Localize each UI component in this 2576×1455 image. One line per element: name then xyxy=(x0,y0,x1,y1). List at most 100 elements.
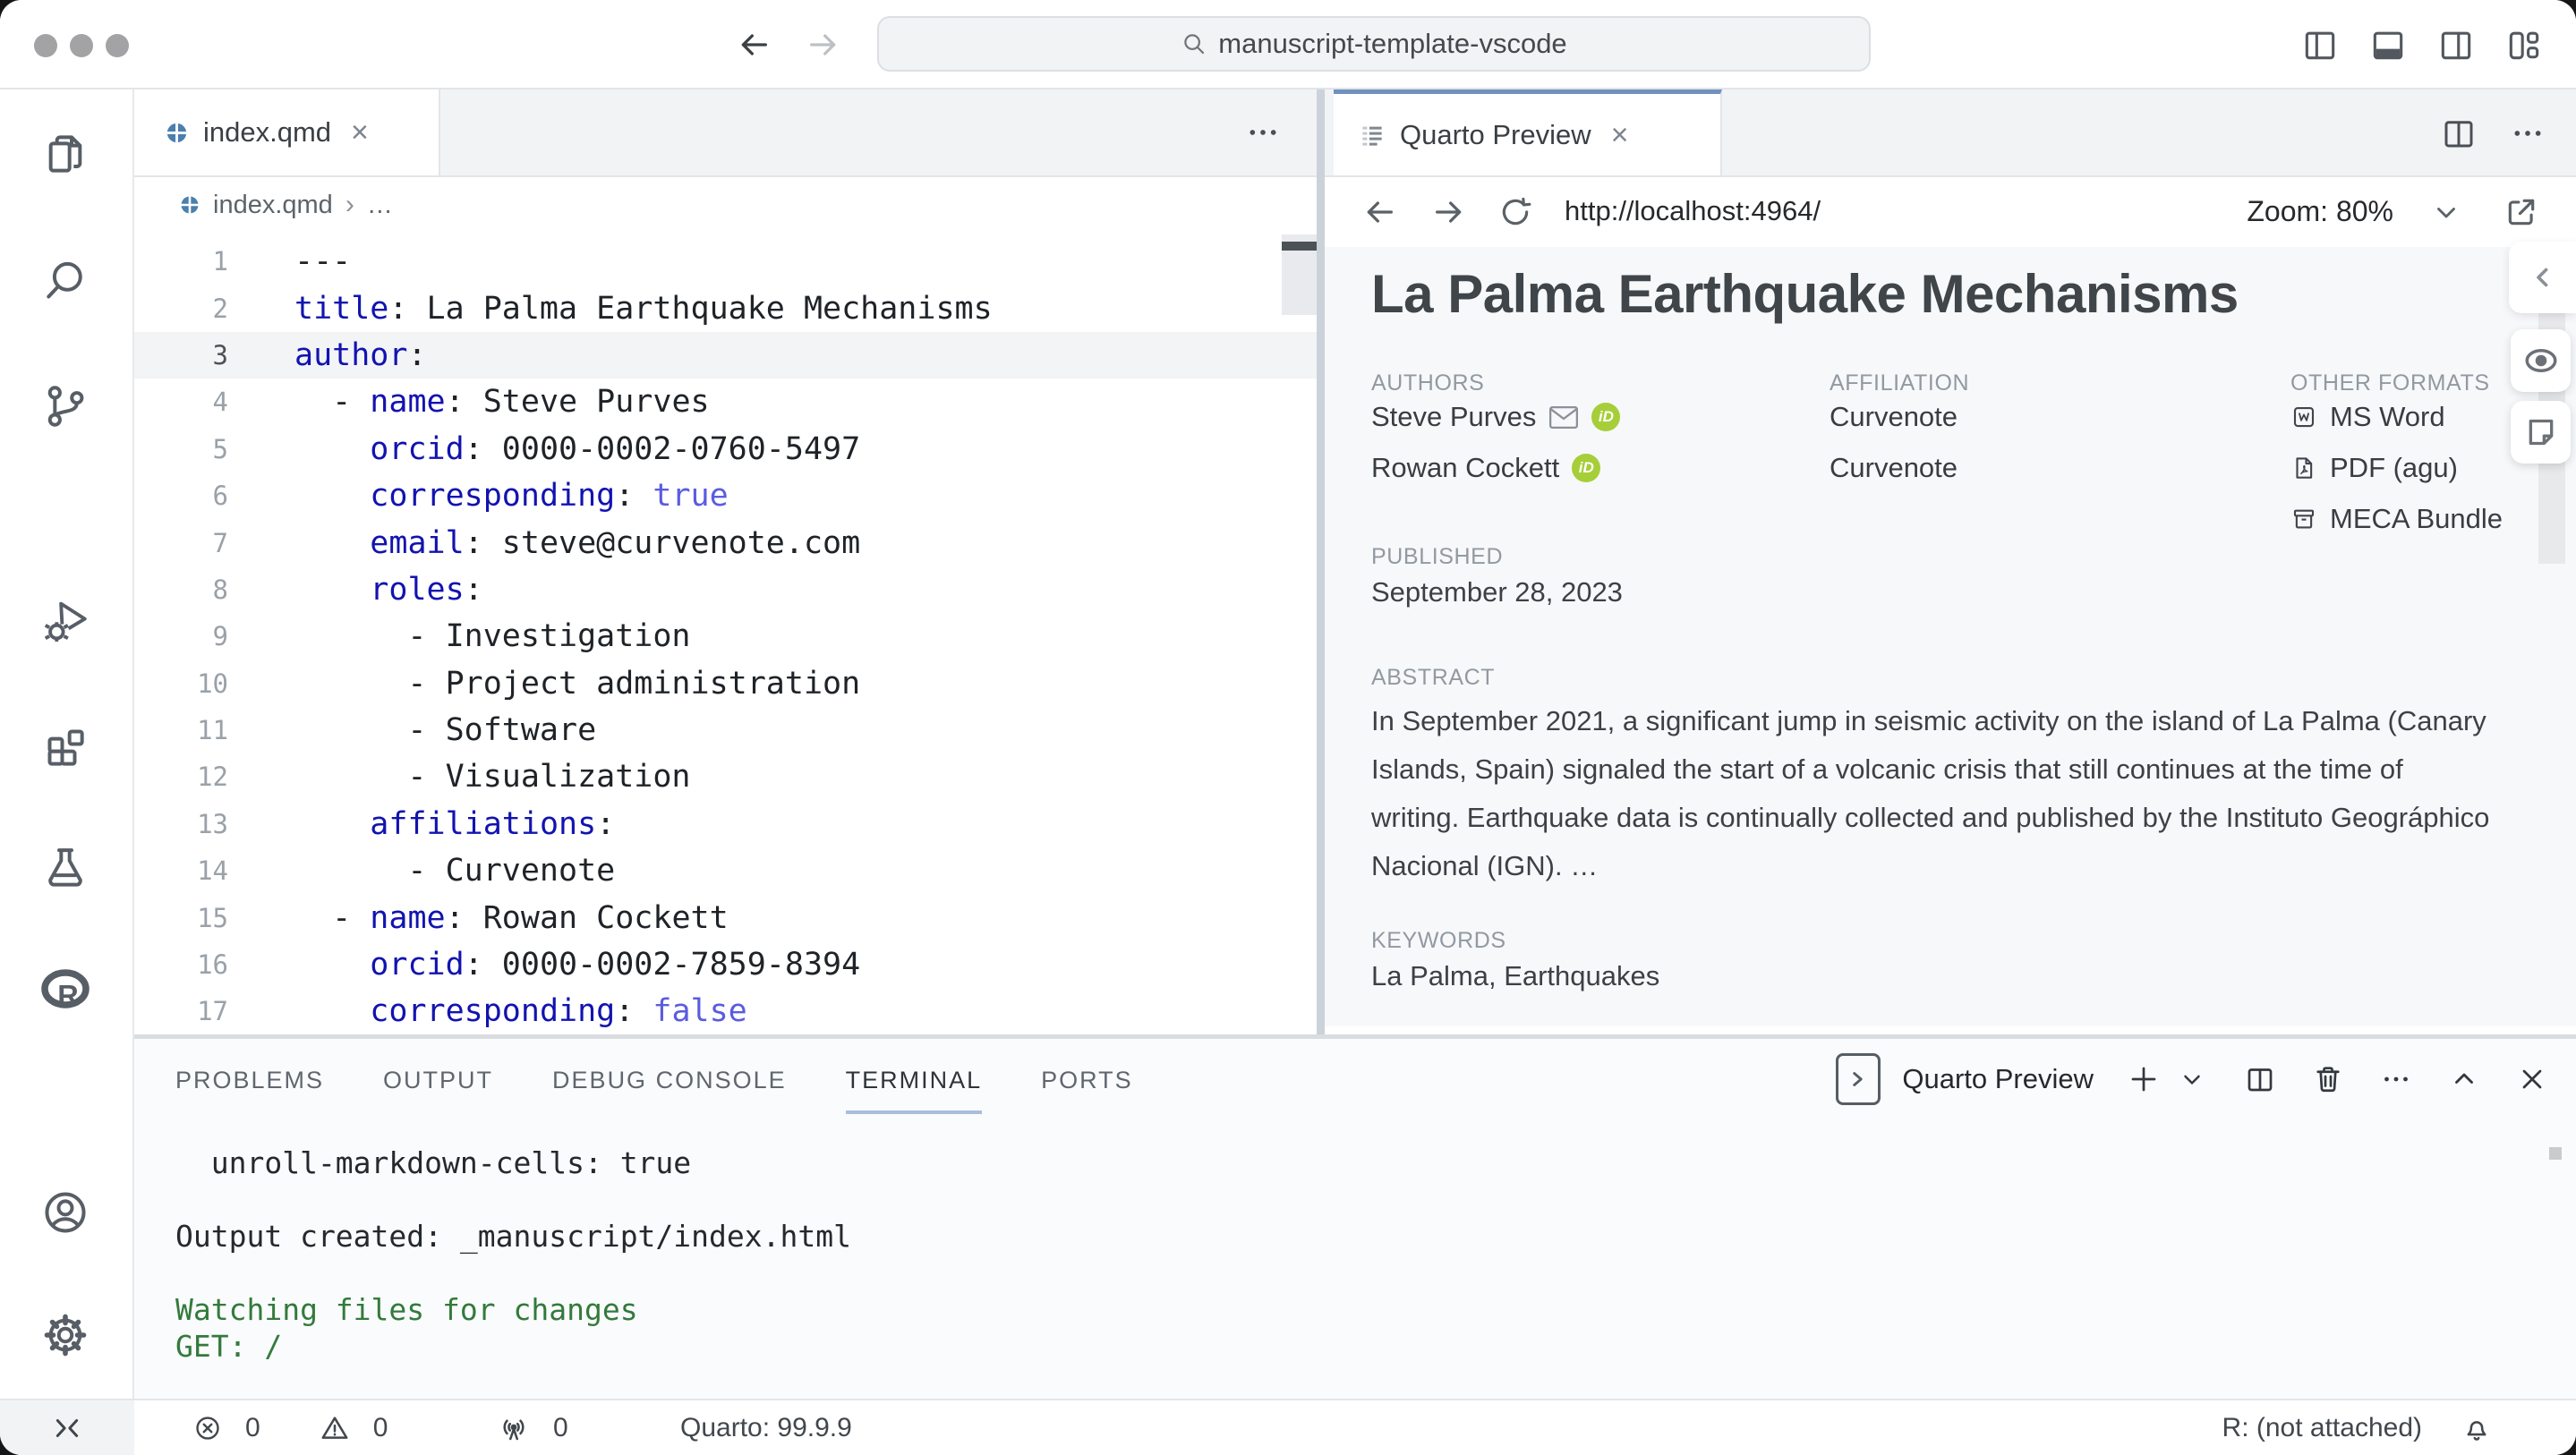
code-line[interactable]: 11 - Software xyxy=(134,707,1317,753)
breadcrumb-file[interactable]: index.qmd xyxy=(213,191,333,220)
close-tab-icon[interactable]: × xyxy=(1606,120,1634,150)
preview-back-button[interactable] xyxy=(1357,190,1402,234)
account-button[interactable] xyxy=(37,1184,94,1241)
split-terminal-button[interactable] xyxy=(2242,1061,2278,1097)
format-link-word[interactable]: MS Word xyxy=(2290,397,2445,437)
sidebar-item-search[interactable] xyxy=(37,252,94,310)
pdf-icon xyxy=(2290,455,2317,481)
layout-sidebar-right-icon xyxy=(2436,25,2476,64)
maximize-panel-button[interactable] xyxy=(2446,1061,2482,1097)
terminal-output[interactable]: unroll-markdown-cells: true Output creat… xyxy=(175,1144,851,1365)
code-line[interactable]: 12 - Visualization xyxy=(134,753,1317,800)
code-token xyxy=(294,947,370,983)
kill-terminal-button[interactable] xyxy=(2310,1061,2346,1097)
history-back-button[interactable] xyxy=(734,25,773,64)
meca-icon xyxy=(2290,506,2317,532)
code-line[interactable]: 2title: La Palma Earthquake Mechanisms xyxy=(134,285,1317,331)
code-line[interactable]: 10 - Project administration xyxy=(134,660,1317,707)
tab-index-qmd[interactable]: index.qmd × xyxy=(134,89,440,175)
code-lines[interactable]: 1---2title: La Palma Earthquake Mechanis… xyxy=(134,238,1317,1036)
panel-tab-problems[interactable]: PROBLEMS xyxy=(175,1045,324,1114)
settings-button[interactable] xyxy=(37,1306,94,1364)
sidebar-item-testing[interactable] xyxy=(37,839,94,897)
split-icon xyxy=(2244,1063,2276,1095)
editor-actions-more-button[interactable] xyxy=(1236,111,1290,154)
affiliation-label: AFFILIATION xyxy=(1830,370,1969,396)
terminal-scrollbar[interactable] xyxy=(2549,1147,2562,1160)
orcid-icon[interactable]: iD xyxy=(1591,403,1620,431)
breadcrumb[interactable]: index.qmd › … xyxy=(134,177,1317,233)
panel-tab-ports[interactable]: PORTS xyxy=(1041,1045,1133,1114)
split-editor-button[interactable] xyxy=(2437,112,2480,155)
code-line[interactable]: 7 email: steve@curvenote.com xyxy=(134,519,1317,566)
panel-tab-debug-console[interactable]: DEBUG CONSOLE xyxy=(552,1045,787,1114)
code-line[interactable]: 4 - name: Steve Purves xyxy=(134,379,1317,425)
sidebar-item-r-language[interactable]: R xyxy=(37,962,94,1019)
orcid-icon[interactable]: iD xyxy=(1572,454,1600,482)
minimize-window-button[interactable] xyxy=(70,34,93,57)
code-line[interactable]: 14 - Curvenote xyxy=(134,847,1317,894)
code-line[interactable]: 8 roles: xyxy=(134,566,1317,613)
author-name[interactable]: Rowan Cockett xyxy=(1371,452,1559,484)
preview-refresh-button[interactable] xyxy=(1493,190,1538,234)
bell-icon[interactable] xyxy=(2461,1413,2492,1443)
preview-forward-button[interactable] xyxy=(1427,190,1471,234)
open-external-button[interactable] xyxy=(2499,190,2544,234)
code-token: - xyxy=(294,384,370,420)
code-line[interactable]: 17 corresponding: false xyxy=(134,988,1317,1034)
panel-tab-output[interactable]: OUTPUT xyxy=(383,1045,493,1114)
split-editor-icon xyxy=(2440,115,2478,152)
terminal-profile-dropdown[interactable] xyxy=(2174,1061,2210,1097)
zoom-window-button[interactable] xyxy=(106,34,129,57)
customize-layout-button[interactable] xyxy=(2503,23,2546,66)
breadcrumb-more[interactable]: … xyxy=(367,191,393,220)
code-line[interactable]: 3author: xyxy=(134,332,1317,379)
sidebar-item-explorer[interactable] xyxy=(37,125,94,183)
problems-status[interactable]: 0 0 xyxy=(193,1400,388,1455)
author-name[interactable]: Steve Purves xyxy=(1371,401,1536,433)
trash-icon xyxy=(2312,1063,2344,1095)
code-line[interactable]: 15 - name: Rowan Cockett xyxy=(134,894,1317,940)
format-link-meca[interactable]: MECA Bundle xyxy=(2290,499,2503,539)
line-number: 2 xyxy=(134,294,228,324)
zoom-dropdown-button[interactable] xyxy=(2424,190,2469,234)
email-link[interactable] xyxy=(1548,405,1579,430)
panel-tab-terminal[interactable]: TERMINAL xyxy=(846,1045,983,1114)
format-link-pdf[interactable]: PDF (agu) xyxy=(2290,448,2458,488)
code-line[interactable]: 1--- xyxy=(134,238,1317,285)
code-line[interactable]: 5 orcid: 0000-0002-0760-5497 xyxy=(134,426,1317,472)
code-line[interactable]: 9 - Investigation xyxy=(134,613,1317,659)
panel-more-actions-button[interactable] xyxy=(2378,1061,2414,1097)
code-line[interactable]: 6 corresponding: true xyxy=(134,472,1317,519)
new-terminal-button[interactable] xyxy=(2126,1061,2162,1097)
preview-url[interactable]: http://localhost:4964/ xyxy=(1565,195,1821,227)
preview-note-button[interactable] xyxy=(2511,401,2571,464)
remote-indicator[interactable] xyxy=(0,1400,134,1455)
collapse-panel-tab[interactable] xyxy=(2509,242,2576,313)
r-session-status[interactable]: R: (not attached) xyxy=(2222,1413,2422,1443)
toggle-panel-button[interactable] xyxy=(2367,23,2410,66)
preview-more-actions-button[interactable] xyxy=(2506,112,2549,155)
svg-text:R: R xyxy=(57,980,78,1012)
close-panel-button[interactable] xyxy=(2514,1061,2550,1097)
close-window-button[interactable] xyxy=(34,34,57,57)
terminal-selector[interactable]: Quarto Preview xyxy=(1836,1053,2094,1105)
sidebar-item-source-control[interactable] xyxy=(37,378,94,435)
preview-visibility-button[interactable] xyxy=(2511,329,2571,392)
ports-status[interactable]: 0 xyxy=(498,1400,568,1455)
line-number: 1 xyxy=(134,246,228,277)
tab-quarto-preview[interactable]: Quarto Preview × xyxy=(1334,89,1722,175)
quarto-version-status[interactable]: Quarto: 99.9.9 xyxy=(680,1400,852,1455)
editor-preview-divider[interactable] xyxy=(1317,89,1325,1036)
toggle-primary-sidebar-button[interactable] xyxy=(2299,23,2341,66)
command-center-search[interactable]: manuscript-template-vscode xyxy=(877,16,1871,72)
code-line[interactable]: 13 affiliations: xyxy=(134,801,1317,847)
history-forward-button[interactable] xyxy=(804,25,843,64)
close-tab-icon[interactable]: × xyxy=(345,117,374,148)
toggle-secondary-sidebar-button[interactable] xyxy=(2435,23,2478,66)
sidebar-item-extensions[interactable] xyxy=(37,719,94,776)
sidebar-item-run-and-debug[interactable] xyxy=(37,592,94,650)
tab-label: Quarto Preview xyxy=(1400,119,1591,151)
preview-zoom-label[interactable]: Zoom: 80% xyxy=(2232,195,2393,228)
code-line[interactable]: 16 orcid: 0000-0002-7859-8394 xyxy=(134,941,1317,988)
